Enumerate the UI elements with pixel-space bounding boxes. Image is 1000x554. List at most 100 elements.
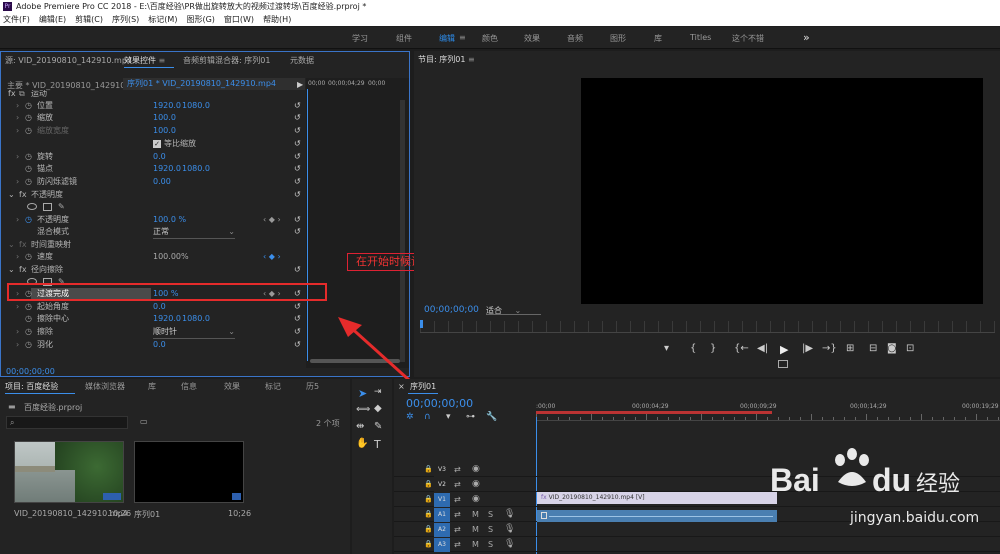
- lock-icon[interactable]: 🔒: [424, 540, 433, 548]
- audio-track[interactable]: 🔒 A3 ⇄ M S 🎙: [394, 538, 1000, 552]
- tab-effect-controls[interactable]: 效果控件 ≡: [124, 54, 165, 68]
- reset-icon[interactable]: ↺: [294, 313, 301, 325]
- go-to-out-icon[interactable]: →}: [822, 343, 837, 354]
- track-label[interactable]: V3: [434, 463, 450, 477]
- expand-icon[interactable]: ⌄: [8, 189, 15, 201]
- step-forward-icon[interactable]: |▶: [802, 343, 813, 354]
- camera-icon[interactable]: ◙: [887, 343, 897, 354]
- property-value[interactable]: 0.0: [153, 301, 166, 313]
- step-back-icon[interactable]: ◀|: [757, 343, 768, 354]
- tab-audio-mixer[interactable]: 音频剪辑混合器: 序列01: [183, 54, 270, 68]
- track-select-icon[interactable]: ⇥: [374, 387, 382, 397]
- project-tab[interactable]: 信息: [181, 381, 197, 392]
- overwrite-icon[interactable]: ⊟: [869, 343, 877, 354]
- track-label[interactable]: A3: [434, 538, 450, 552]
- menu-item[interactable]: 窗口(W): [224, 15, 254, 24]
- sync-lock-icon[interactable]: ⇄: [454, 480, 461, 489]
- stopwatch-icon[interactable]: ◷: [25, 100, 32, 112]
- snap-icon[interactable]: ✲: [406, 412, 414, 422]
- wrench-icon[interactable]: 🔧: [486, 412, 497, 422]
- stopwatch-icon[interactable]: ◷: [25, 326, 32, 338]
- in-point-icon[interactable]: {: [690, 343, 696, 354]
- stopwatch-icon[interactable]: ◷: [25, 163, 32, 175]
- property-row[interactable]: › ◷ 缩放 100.0 ↺: [1, 112, 306, 124]
- project-tab[interactable]: 标记: [265, 381, 281, 392]
- marker-icon[interactable]: ⊶: [466, 412, 475, 422]
- rect-mask-icon[interactable]: [43, 203, 52, 211]
- microphone-icon[interactable]: 🎙: [504, 524, 515, 534]
- slip-tool-icon[interactable]: ⇹: [356, 421, 364, 432]
- play-icon[interactable]: ▶: [297, 80, 303, 89]
- workspace-tab[interactable]: Titles: [690, 33, 711, 42]
- expand-icon[interactable]: ›: [16, 339, 19, 351]
- property-value[interactable]: 0.00: [153, 176, 171, 188]
- workspace-tab[interactable]: 学习: [352, 33, 368, 44]
- track-label[interactable]: V1: [434, 493, 450, 507]
- mute-button[interactable]: M: [472, 510, 479, 519]
- expand-icon[interactable]: ›: [16, 125, 19, 137]
- property-value[interactable]: 100.0: [153, 112, 176, 124]
- sync-lock-icon[interactable]: ⇄: [454, 465, 461, 474]
- project-tab[interactable]: 效果: [224, 381, 240, 392]
- property-row[interactable]: › ◷ 缩放宽度 100.0 ↺: [1, 125, 306, 137]
- property-row[interactable]: › ◷ 不透明度 100.0 % ‹ ◆ › ↺: [1, 214, 306, 226]
- reset-icon[interactable]: ↺: [294, 163, 301, 175]
- project-search-input[interactable]: ⌕: [6, 416, 128, 429]
- wipe-row[interactable]: › ◷ 擦除 顺时针 ⌄ ↺: [1, 326, 306, 339]
- stopwatch-icon[interactable]: ◷: [25, 176, 32, 188]
- tab-metadata[interactable]: 元数据: [290, 54, 314, 68]
- property-value[interactable]: 0.0: [153, 151, 166, 163]
- reset-icon[interactable]: ↺: [294, 301, 301, 313]
- timeline-timecode[interactable]: 00;00;00;00: [406, 397, 473, 410]
- lock-icon[interactable]: 🔒: [424, 465, 433, 473]
- blend-mode-row[interactable]: 混合模式 正常 ⌄ ↺: [1, 226, 306, 239]
- property-row[interactable]: › ◷ 防闪烁滤镜 0.00 ↺: [1, 176, 306, 188]
- lock-icon[interactable]: 🔒: [424, 495, 433, 503]
- property-value[interactable]: 1920.0: [153, 163, 181, 175]
- track-label[interactable]: A1: [434, 508, 450, 522]
- stopwatch-icon[interactable]: ◷: [25, 251, 32, 263]
- go-to-in-icon[interactable]: {←: [734, 343, 749, 354]
- reset-icon[interactable]: ↺: [294, 125, 301, 137]
- fit-select[interactable]: 适合 ⌄: [486, 305, 541, 315]
- sequence-clip-label[interactable]: 序列01 * VID_20190810_142910.mp4: [123, 78, 305, 90]
- keyframe-nav[interactable]: ‹ ◆ ›: [263, 214, 281, 226]
- expand-icon[interactable]: ›: [16, 301, 19, 313]
- keyframe-nav[interactable]: ‹ ◆ ›: [263, 251, 281, 263]
- reset-icon[interactable]: ↺: [294, 189, 301, 201]
- project-tab[interactable]: 媒体浏览器: [85, 381, 125, 392]
- expand-icon[interactable]: ⌄: [8, 264, 15, 276]
- property-value[interactable]: 1080.0: [182, 163, 210, 175]
- project-tab[interactable]: 历5: [306, 381, 319, 392]
- type-tool-icon[interactable]: T: [374, 438, 381, 451]
- lock-icon[interactable]: 🔒: [424, 525, 433, 533]
- stopwatch-icon[interactable]: ◷: [25, 313, 32, 325]
- property-row[interactable]: › ◷ 位置 1920.0 1080.0 ↺: [1, 100, 306, 112]
- timeline-tab[interactable]: 序列01: [410, 380, 436, 394]
- program-timecode[interactable]: 00;00;00;00: [424, 305, 479, 315]
- menu-item[interactable]: 剪辑(C): [75, 15, 103, 24]
- ellipse-mask-icon[interactable]: [27, 203, 37, 210]
- property-value[interactable]: 1920.0: [153, 313, 181, 325]
- sync-lock-icon[interactable]: ⇄: [454, 525, 461, 534]
- menu-item[interactable]: 图形(G): [186, 15, 214, 24]
- project-tab[interactable]: 项目: 百度经验: [5, 381, 58, 392]
- settings-icon[interactable]: [778, 360, 788, 368]
- property-value[interactable]: 100.0: [153, 125, 176, 137]
- workspace-tab[interactable]: 图形: [610, 33, 626, 44]
- reset-icon[interactable]: ↺: [294, 138, 301, 150]
- sequence-thumbnail[interactable]: [134, 441, 244, 503]
- radial-wipe-group[interactable]: ⌄ fx 径向擦除 ↺: [1, 264, 306, 276]
- sync-lock-icon[interactable]: ⇄: [454, 495, 461, 504]
- expand-icon[interactable]: ⌄: [8, 239, 15, 251]
- sync-lock-icon[interactable]: ⇄: [454, 510, 461, 519]
- linked-selection-icon[interactable]: ∩: [424, 412, 431, 422]
- out-point-icon[interactable]: }: [710, 343, 716, 354]
- project-tab[interactable]: 库: [148, 381, 156, 392]
- play-icon[interactable]: ▶: [780, 343, 788, 356]
- eye-icon[interactable]: ◉: [472, 479, 480, 489]
- sync-lock-icon[interactable]: ⇄: [454, 540, 461, 549]
- property-row[interactable]: ◷ 擦除中心 1920.0 1080.0 ↺: [1, 313, 306, 325]
- property-row[interactable]: › ◷ 羽化 0.0 ↺: [1, 339, 306, 351]
- reset-icon[interactable]: ↺: [294, 151, 301, 163]
